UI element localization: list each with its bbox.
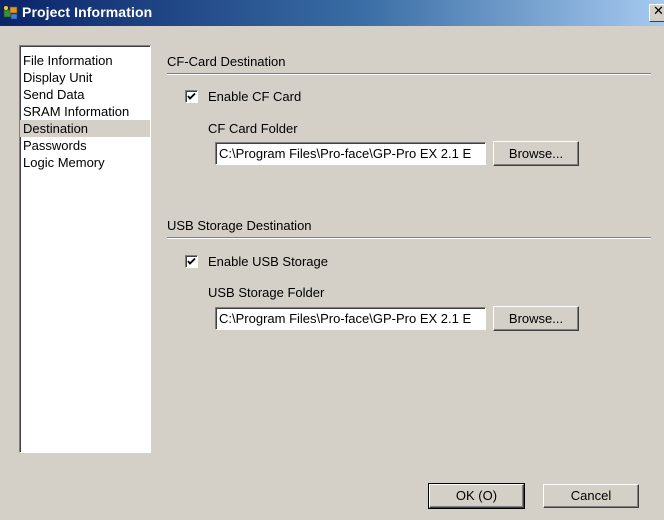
title-bar[interactable]: Project Information ✕ bbox=[0, 0, 664, 26]
enable-cf-card-checkbox[interactable] bbox=[185, 90, 198, 103]
close-button[interactable]: ✕ bbox=[649, 4, 664, 22]
project-icon bbox=[2, 4, 20, 22]
close-icon: ✕ bbox=[653, 4, 664, 19]
enable-usb-storage-label: Enable USB Storage bbox=[208, 254, 328, 269]
usb-storage-folder-input[interactable]: C:\Program Files\Pro-face\GP-Pro EX 2.1 … bbox=[215, 307, 486, 330]
cf-browse-button[interactable]: Browse... bbox=[493, 141, 579, 166]
category-list[interactable]: File Information Display Unit Send Data SRA… bbox=[19, 45, 151, 453]
cf-card-folder-label: CF Card Folder bbox=[208, 121, 298, 136]
checkmark-icon bbox=[187, 257, 196, 265]
nav-item-destination[interactable]: Destination bbox=[20, 120, 150, 137]
cancel-button[interactable]: Cancel bbox=[543, 484, 639, 508]
checkmark-icon bbox=[187, 92, 196, 100]
cf-section-divider bbox=[167, 73, 651, 75]
usb-storage-folder-label: USB Storage Folder bbox=[208, 285, 325, 300]
usb-section-label: USB Storage Destination bbox=[167, 218, 312, 233]
nav-item-passwords[interactable]: Passwords bbox=[20, 137, 150, 154]
cf-card-folder-input[interactable]: C:\Program Files\Pro-face\GP-Pro EX 2.1 … bbox=[215, 142, 486, 165]
nav-item-sram-information[interactable]: SRAM Information bbox=[20, 103, 150, 120]
project-information-dialog: Project Information ✕ File Information Di… bbox=[0, 0, 664, 520]
window-title: Project Information bbox=[22, 4, 153, 20]
nav-item-display-unit[interactable]: Display Unit bbox=[20, 69, 150, 86]
cf-section-label: CF-Card Destination bbox=[167, 54, 286, 69]
nav-item-logic-memory[interactable]: Logic Memory bbox=[20, 154, 150, 171]
enable-cf-card-label: Enable CF Card bbox=[208, 89, 302, 104]
enable-usb-storage-checkbox[interactable] bbox=[185, 255, 198, 268]
ok-button[interactable]: OK (O) bbox=[428, 483, 525, 509]
usb-section-divider bbox=[167, 237, 651, 239]
nav-item-send-data[interactable]: Send Data bbox=[20, 86, 150, 103]
nav-item-file-information[interactable]: File Information bbox=[20, 52, 150, 69]
usb-browse-button[interactable]: Browse... bbox=[493, 306, 579, 331]
